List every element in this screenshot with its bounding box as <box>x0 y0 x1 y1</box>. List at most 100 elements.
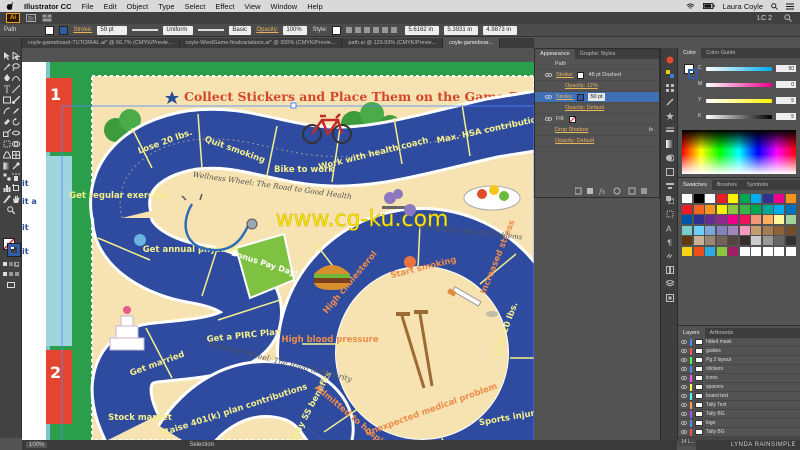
doc-tab-1[interactable]: coyle-gameboard-TUTORIAL.ai* @ 66.7% (CM… <box>22 38 180 48</box>
paintbrush-tool-icon[interactable] <box>12 96 20 104</box>
swatch-35[interactable] <box>739 225 750 235</box>
swatch-24[interactable] <box>728 215 738 224</box>
pen-tool-icon[interactable] <box>3 74 11 82</box>
eye-icon[interactable] <box>545 73 552 77</box>
paragraph-panel-icon[interactable]: ¶ <box>666 238 674 247</box>
eyedropper-tool-icon[interactable] <box>12 162 20 170</box>
column-graph-tool-icon[interactable] <box>3 184 11 192</box>
width-tool-icon[interactable] <box>12 129 20 137</box>
menu-view[interactable]: View <box>244 2 260 11</box>
swatch-29[interactable] <box>785 215 796 224</box>
menu-edit[interactable]: Edit <box>104 2 117 11</box>
tab-appearance[interactable]: Appearance <box>535 49 575 59</box>
appearance-stroke-2-row[interactable]: Stroke: 50 pt <box>535 92 659 103</box>
rotate-tool-icon[interactable] <box>12 118 20 126</box>
align-icons[interactable] <box>346 26 400 34</box>
swatch-7[interactable] <box>762 194 773 203</box>
space-stock-market[interactable]: Stock market <box>108 413 172 423</box>
appearance-drop-shadow-row[interactable]: Drop Shadow fx <box>535 125 659 136</box>
battery-icon[interactable] <box>702 3 715 9</box>
rectangle-tool-icon[interactable] <box>3 96 11 104</box>
swatch-25[interactable] <box>739 215 750 224</box>
swatch-41[interactable] <box>693 236 704 245</box>
transparency-panel-icon[interactable] <box>666 154 674 162</box>
appearance-opacity-3-row[interactable]: Opacity: Default <box>535 136 659 147</box>
swatch-10[interactable] <box>682 204 692 214</box>
layer-name[interactable]: Tally BG <box>706 411 725 417</box>
color-mode-icons[interactable] <box>3 262 19 267</box>
gradient-panel-icon[interactable] <box>666 140 674 148</box>
layer-name[interactable]: stickers <box>706 366 723 372</box>
shape-builder-tool-icon[interactable] <box>12 140 20 148</box>
swatch-52[interactable] <box>705 246 715 256</box>
eye-icon[interactable] <box>681 421 687 425</box>
lasso-tool-icon[interactable] <box>12 63 20 71</box>
swatch-16[interactable] <box>751 204 761 214</box>
eye-icon[interactable] <box>681 358 687 362</box>
stroke-panel-icon[interactable] <box>666 126 674 134</box>
token-orange[interactable] <box>404 256 416 268</box>
type-tool-icon[interactable]: T <box>3 85 11 94</box>
search-stock-icon[interactable] <box>784 14 792 22</box>
channel-m-value[interactable]: 0 <box>776 81 796 88</box>
stroke-1-swatch[interactable] <box>577 71 585 79</box>
drop-shadow-effect[interactable]: Drop Shadow <box>555 127 588 133</box>
stroke-1-value[interactable]: 48 pt Dashed <box>588 72 621 78</box>
brush-preview[interactable] <box>198 29 225 31</box>
layer-name[interactable]: Pg 2 layout <box>706 357 731 363</box>
swatch-6[interactable] <box>751 194 761 203</box>
eye-icon[interactable] <box>681 376 687 380</box>
stroke-2-swatch[interactable] <box>577 93 585 101</box>
swatch-8[interactable] <box>774 194 784 203</box>
eye-icon[interactable] <box>681 430 687 434</box>
fill-label[interactable]: Fill: <box>556 116 565 122</box>
menu-effect[interactable]: Effect <box>215 2 234 11</box>
appearance-fill-row[interactable]: Fill: <box>535 114 659 125</box>
channel-y-slider[interactable] <box>706 99 772 103</box>
doc-tab-4[interactable]: coyle-gameboar... <box>443 38 500 48</box>
layer-name[interactable]: icons <box>706 375 718 381</box>
eye-icon[interactable] <box>681 394 687 398</box>
gameboard-artwork[interactable]: 1 2 it it a it it Collect Stickers and P… <box>22 48 534 440</box>
swatch-54[interactable] <box>728 246 738 256</box>
swatch-9[interactable] <box>785 194 796 203</box>
stroke-swatch[interactable] <box>59 25 69 35</box>
swatch-42[interactable] <box>705 236 715 245</box>
swatch-21[interactable] <box>693 215 704 224</box>
curvature-tool-icon[interactable] <box>12 74 20 82</box>
pathfinder-panel-icon[interactable] <box>666 196 674 204</box>
variable-width-profile-select[interactable]: Uniform <box>163 25 194 35</box>
menu-help[interactable]: Help <box>307 2 322 11</box>
stroke-color-widget[interactable] <box>7 243 21 257</box>
appearance-stroke-1-row[interactable]: Stroke: 48 pt Dashed <box>535 70 659 81</box>
layer-name[interactable]: Tally Text <box>706 402 726 408</box>
drawing-mode-icons[interactable] <box>3 272 19 277</box>
workspace-switcher[interactable]: LC 2 <box>757 15 772 22</box>
tab-symbols[interactable]: Symbols <box>742 180 773 190</box>
swatch-15[interactable] <box>739 204 750 214</box>
layer-row[interactable]: spacers <box>678 383 800 392</box>
layer-name[interactable]: Tally BG <box>706 429 725 435</box>
swatch-55[interactable] <box>739 246 750 256</box>
swatch-48[interactable] <box>774 236 784 245</box>
layer-row[interactable]: Tally BG <box>678 428 800 437</box>
fx-icon[interactable]: fx <box>649 127 653 133</box>
swatch-11[interactable] <box>693 204 704 214</box>
swatch-27[interactable] <box>762 215 773 224</box>
selection-handle-top[interactable] <box>290 102 297 109</box>
swatch-57[interactable] <box>762 246 773 256</box>
user-name[interactable]: Laura Coyle <box>723 2 763 11</box>
swatch-53[interactable] <box>716 246 727 256</box>
menu-select[interactable]: Select <box>185 2 206 11</box>
channel-c-value[interactable]: 50 <box>776 65 796 72</box>
swatch-36[interactable] <box>751 225 761 235</box>
layer-row[interactable]: Pg 2 layout <box>678 356 800 365</box>
swatch-51[interactable] <box>693 246 704 256</box>
tab-color-guide[interactable]: Color Guide <box>701 48 740 58</box>
stroke-1-label[interactable]: Stroke: <box>556 72 573 78</box>
artboard-tool-icon[interactable] <box>12 184 20 192</box>
swatch-19[interactable] <box>785 204 796 214</box>
swatch-12[interactable] <box>705 204 715 214</box>
menu-window[interactable]: Window <box>271 2 298 11</box>
pencil-tool-icon[interactable] <box>12 107 20 115</box>
